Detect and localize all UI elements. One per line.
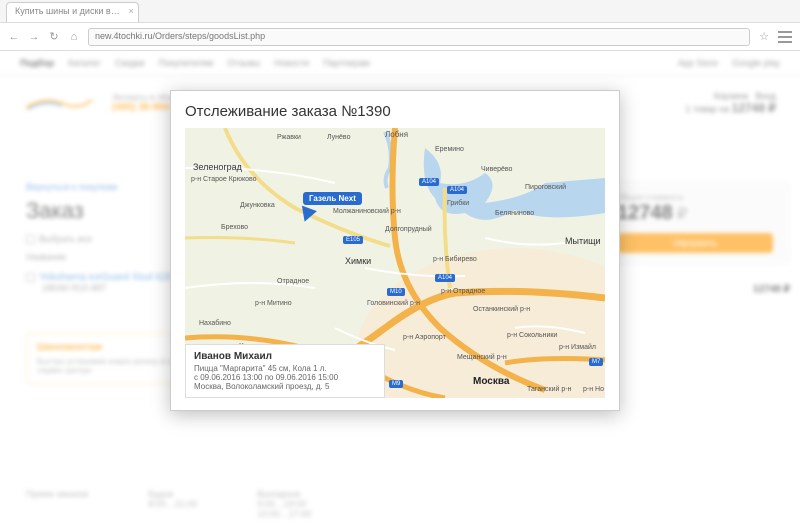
modal-title: Отслеживание заказа №1390 <box>185 103 605 120</box>
map-label: р-н Отрадное <box>441 288 485 295</box>
map-label: Мытищи <box>565 236 601 246</box>
map-label: Нахабино <box>199 320 231 327</box>
total-box: Общая стоимость 12748 ₽ Оформить <box>600 182 790 264</box>
road-badge: М10 <box>387 288 405 296</box>
star-icon[interactable]: ☆ <box>758 31 770 43</box>
map-label: Джунковка <box>240 202 275 209</box>
line-price: 12748 ₽ <box>600 284 790 295</box>
back-icon[interactable]: ← <box>8 31 20 43</box>
nav-item[interactable]: Отзывы <box>227 58 260 68</box>
driver-name: Иванов Михаил <box>194 351 376 362</box>
road-badge: Е105 <box>343 236 363 244</box>
map-label: Беляниново <box>495 210 534 217</box>
map-label: р-н Бибирево <box>433 256 477 263</box>
map-label: р-н Измайл <box>559 344 596 351</box>
map-label: Чиверёво <box>481 166 512 173</box>
map-label: р-н Старое Крюково <box>191 176 257 183</box>
nav-item[interactable]: Партнерам <box>323 58 370 68</box>
site-nav: Подбор Каталог Скидки Покупателям Отзывы… <box>0 50 800 76</box>
home-icon[interactable]: ⌂ <box>68 31 80 43</box>
map-label: Еремино <box>435 146 464 153</box>
vehicle-badge[interactable]: Газель Next <box>303 192 362 205</box>
road-badge: М9 <box>389 380 403 388</box>
map-label: р-н Митино <box>255 300 292 307</box>
url-bar[interactable]: new.4tochki.ru/Orders/steps/goodsList.ph… <box>88 28 750 46</box>
appstore-link[interactable]: App Store <box>678 58 718 68</box>
googleplay-link[interactable]: Google play <box>732 58 780 68</box>
map-label: Головинский р-н <box>367 300 420 307</box>
map-label: Мещанский р-н <box>457 354 507 361</box>
cart-summary[interactable]: Корзина Вход 1 товар на 12748 ₽ <box>685 91 776 115</box>
nav-item[interactable]: Скидки <box>115 58 145 68</box>
road-badge: А104 <box>419 178 439 186</box>
map-label: Брехово <box>221 224 248 231</box>
map-label: Молжаниновский р-н <box>333 208 401 215</box>
map-label: Таганский р-н <box>527 386 571 393</box>
nav-item[interactable]: Покупателям <box>159 58 214 68</box>
map-label: Зеленоград <box>193 162 242 172</box>
schedule: Прием заказов Будни8:00…21:00 Выходные9:… <box>26 489 774 519</box>
checkout-button[interactable]: Оформить <box>617 233 773 253</box>
map[interactable]: Зеленоград р-н Старое Крюково Ржавки Лун… <box>185 128 605 398</box>
logo[interactable] <box>24 94 94 112</box>
currency: ₽ <box>677 206 687 223</box>
road-badge: М7 <box>589 358 603 366</box>
map-label: р-н Сокольники <box>507 332 557 339</box>
map-label: р-н Но <box>583 386 604 393</box>
nav-item[interactable]: Каталог <box>68 58 101 68</box>
close-icon[interactable]: × <box>128 6 133 16</box>
map-label: Лунёво <box>327 134 350 141</box>
map-label: Пироговский <box>525 184 566 191</box>
driver-goods: Пицца "Маргарита" 45 см, Кола 1 л. <box>194 364 376 373</box>
driver-card: Иванов Михаил Пицца "Маргарита" 45 см, К… <box>185 344 385 398</box>
driver-time: с 09.06.2016 13:00 по 09.06.2016 15:00 <box>194 373 376 382</box>
total-value: 12748 <box>617 202 673 224</box>
menu-icon[interactable] <box>778 31 792 43</box>
reload-icon[interactable]: ↻ <box>48 31 60 43</box>
map-label: Грибки <box>447 200 469 207</box>
tab-title: Купить шины и диски в… <box>15 6 120 16</box>
road-badge: А104 <box>435 274 455 282</box>
map-label: Отрадное <box>277 278 309 285</box>
map-label: Останкинский р-н <box>473 306 530 313</box>
forward-icon[interactable]: → <box>28 31 40 43</box>
road-badge: А104 <box>447 186 467 194</box>
browser-tab[interactable]: Купить шины и диски в… × <box>6 2 139 22</box>
nav-item[interactable]: Подбор <box>20 58 54 68</box>
map-label: Химки <box>345 256 371 266</box>
driver-address: Москва, Волоколамский проезд, д. 5 <box>194 382 376 391</box>
map-label: Долгопрудный <box>385 226 432 233</box>
map-label: Москва <box>473 376 509 387</box>
nav-item[interactable]: Новости <box>274 58 309 68</box>
map-label: Ржавки <box>277 134 301 141</box>
map-label: Лобня <box>385 130 408 139</box>
browser-chrome: Купить шины и диски в… × ← → ↻ ⌂ new.4to… <box>0 0 800 51</box>
total-label: Общая стоимость <box>617 193 773 202</box>
tracking-modal: Отслеживание заказа №1390 <box>170 90 620 411</box>
map-label: р-н Аэропорт <box>403 334 446 341</box>
